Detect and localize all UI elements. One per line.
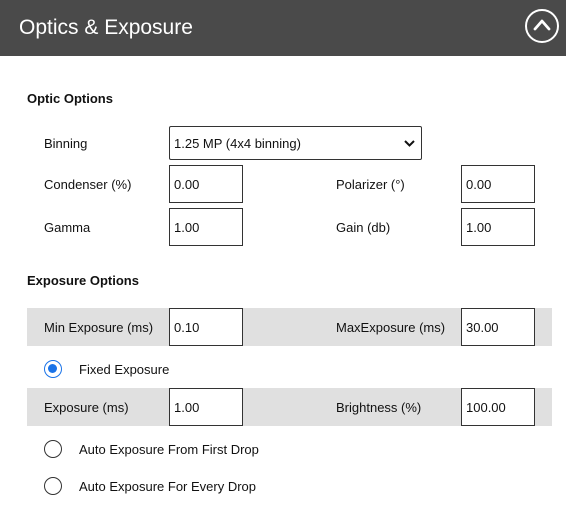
chevron-down-icon [404, 140, 415, 147]
polarizer-label: Polarizer (°) [336, 177, 405, 192]
exposure-label: Exposure (ms) [44, 400, 129, 415]
gamma-input[interactable] [169, 208, 243, 246]
panel-header: Optics & Exposure [0, 0, 566, 56]
panel-title: Optics & Exposure [19, 16, 193, 39]
chevron-up-icon [533, 19, 551, 31]
fixed-exposure-label[interactable]: Fixed Exposure [79, 362, 169, 378]
max-exposure-input[interactable] [461, 308, 535, 346]
auto-exposure-first-drop-radio[interactable] [44, 440, 62, 458]
optic-options-title: Optic Options [27, 91, 113, 106]
min-exposure-label: Min Exposure (ms) [44, 320, 154, 335]
brightness-label: Brightness (%) [336, 400, 422, 415]
brightness-input[interactable] [461, 388, 535, 426]
min-exposure-input[interactable] [169, 308, 243, 346]
auto-exposure-first-drop-label[interactable]: Auto Exposure From First Drop [79, 442, 259, 458]
binning-select[interactable]: 1.25 MP (4x4 binning) [169, 126, 422, 160]
condenser-input[interactable] [169, 165, 243, 203]
auto-exposure-every-drop-label[interactable]: Auto Exposure For Every Drop [79, 479, 256, 495]
max-exposure-label: MaxExposure (ms) [336, 320, 446, 335]
auto-exposure-every-drop-radio[interactable] [44, 477, 62, 495]
gamma-label: Gamma [44, 220, 91, 235]
binning-label: Binning [44, 136, 88, 151]
polarizer-input[interactable] [461, 165, 535, 203]
fixed-exposure-radio[interactable] [44, 360, 62, 378]
binning-select-value: 1.25 MP (4x4 binning) [174, 136, 301, 151]
gain-label: Gain (db) [336, 220, 391, 235]
exposure-input[interactable] [169, 388, 243, 426]
exposure-options-title: Exposure Options [27, 273, 139, 288]
condenser-label: Condenser (%) [44, 177, 132, 192]
gain-input[interactable] [461, 208, 535, 246]
collapse-button[interactable] [525, 9, 559, 43]
